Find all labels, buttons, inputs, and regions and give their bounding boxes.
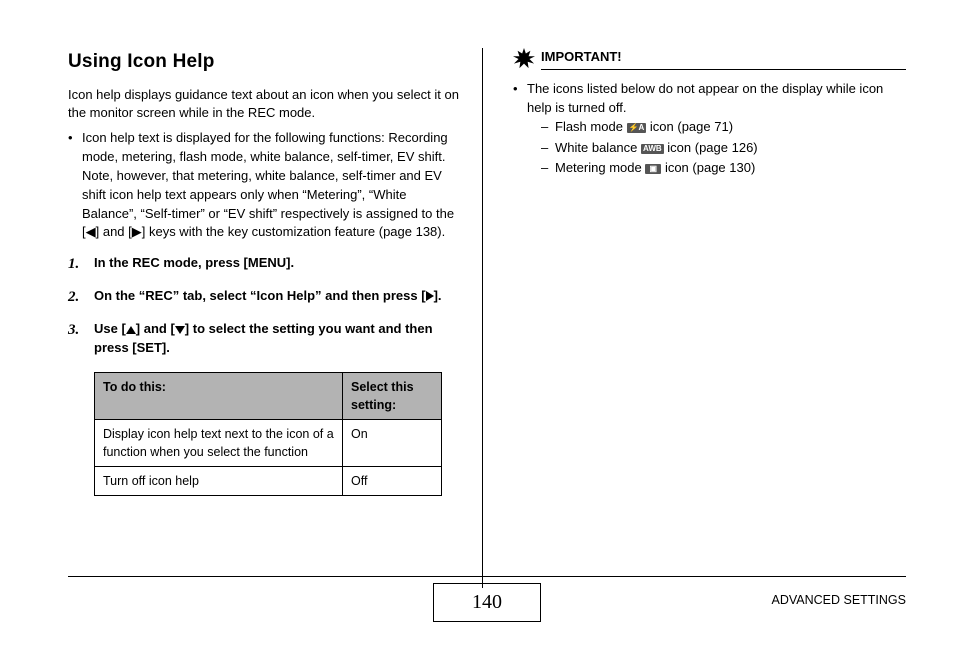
page-title: Using Icon Help	[68, 48, 460, 76]
bullet-help-functions: Icon help text is displayed for the foll…	[68, 129, 460, 242]
table-header-action: To do this:	[95, 372, 343, 419]
footer-rule	[68, 576, 906, 577]
step-1-number: 1.	[68, 254, 79, 276]
flash-mode-icon: ⚡A	[627, 123, 647, 133]
important-bullet: The icons listed below do not appear on …	[513, 80, 906, 178]
white-balance-icon: AWB	[641, 144, 664, 154]
step-3-text-a: Use [	[94, 321, 126, 336]
table-row: Turn off icon help Off	[95, 467, 442, 496]
step-2-text-a: On the “REC” tab, select “Icon Help” and…	[94, 288, 426, 303]
step-1: 1. In the REC mode, press [MENU].	[68, 254, 460, 273]
arrow-down-icon	[175, 326, 185, 334]
important-label: IMPORTANT!	[541, 48, 906, 70]
step-2-text-b: ].	[434, 288, 442, 303]
table-header-setting: Select this setting:	[343, 372, 442, 419]
table-cell-value: Off	[343, 467, 442, 496]
list-item: Flash mode ⚡A icon (page 71)	[541, 118, 906, 137]
intro-text: Icon help displays guidance text about a…	[68, 86, 460, 124]
arrow-up-icon	[126, 326, 136, 334]
table-row: Display icon help text next to the icon …	[95, 419, 442, 466]
table-cell-value: On	[343, 419, 442, 466]
step-3-number: 3.	[68, 320, 79, 342]
settings-table: To do this: Select this setting: Display…	[94, 372, 442, 497]
list-item: Metering mode ▣ icon (page 130)	[541, 159, 906, 178]
burst-icon	[513, 48, 535, 70]
table-cell-desc: Turn off icon help	[95, 467, 343, 496]
table-cell-desc: Display icon help text next to the icon …	[95, 419, 343, 466]
section-name: ADVANCED SETTINGS	[771, 591, 906, 609]
step-3: 3. Use [] and [] to select the setting y…	[68, 320, 460, 358]
step-2: 2. On the “REC” tab, select “Icon Help” …	[68, 287, 460, 306]
page-number: 140	[433, 583, 541, 622]
metering-mode-icon: ▣	[645, 164, 661, 174]
list-item: White balance AWB icon (page 126)	[541, 139, 906, 158]
step-3-text-b: ] and [	[136, 321, 175, 336]
arrow-right-icon	[426, 291, 434, 301]
step-2-number: 2.	[68, 287, 79, 309]
step-1-text: In the REC mode, press [MENU].	[94, 255, 294, 270]
column-divider	[482, 48, 483, 588]
